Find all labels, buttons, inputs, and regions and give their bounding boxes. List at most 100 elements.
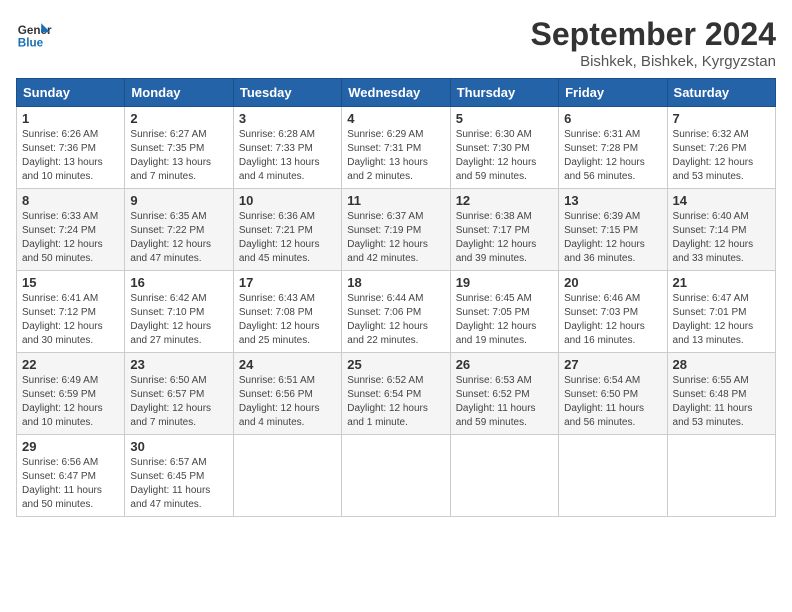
calendar-cell: 16 Sunrise: 6:42 AMSunset: 7:10 PMDaylig…: [125, 271, 233, 353]
day-detail: Sunrise: 6:28 AMSunset: 7:33 PMDaylight:…: [239, 129, 320, 182]
calendar-cell: 30 Sunrise: 6:57 AMSunset: 6:45 PMDaylig…: [125, 435, 233, 517]
day-detail: Sunrise: 6:40 AMSunset: 7:14 PMDaylight:…: [673, 211, 754, 264]
calendar-cell: 24 Sunrise: 6:51 AMSunset: 6:56 PMDaylig…: [233, 353, 341, 435]
calendar-cell: 4 Sunrise: 6:29 AMSunset: 7:31 PMDayligh…: [342, 107, 450, 189]
day-number: 21: [673, 275, 770, 290]
calendar-cell: 20 Sunrise: 6:46 AMSunset: 7:03 PMDaylig…: [559, 271, 667, 353]
calendar-cell: 1 Sunrise: 6:26 AMSunset: 7:36 PMDayligh…: [17, 107, 125, 189]
calendar-cell: [450, 435, 558, 517]
day-number: 19: [456, 275, 553, 290]
day-detail: Sunrise: 6:52 AMSunset: 6:54 PMDaylight:…: [347, 375, 428, 428]
day-number: 15: [22, 275, 119, 290]
calendar-cell: 21 Sunrise: 6:47 AMSunset: 7:01 PMDaylig…: [667, 271, 775, 353]
day-detail: Sunrise: 6:41 AMSunset: 7:12 PMDaylight:…: [22, 293, 103, 346]
weekday-header-wednesday: Wednesday: [342, 79, 450, 107]
calendar-cell: [667, 435, 775, 517]
month-title: September 2024: [531, 16, 776, 53]
day-detail: Sunrise: 6:37 AMSunset: 7:19 PMDaylight:…: [347, 211, 428, 264]
calendar-cell: 9 Sunrise: 6:35 AMSunset: 7:22 PMDayligh…: [125, 189, 233, 271]
day-number: 5: [456, 111, 553, 126]
day-number: 20: [564, 275, 661, 290]
day-number: 27: [564, 357, 661, 372]
calendar-cell: 14 Sunrise: 6:40 AMSunset: 7:14 PMDaylig…: [667, 189, 775, 271]
day-number: 25: [347, 357, 444, 372]
day-detail: Sunrise: 6:49 AMSunset: 6:59 PMDaylight:…: [22, 375, 103, 428]
calendar-cell: 8 Sunrise: 6:33 AMSunset: 7:24 PMDayligh…: [17, 189, 125, 271]
day-detail: Sunrise: 6:44 AMSunset: 7:06 PMDaylight:…: [347, 293, 428, 346]
day-detail: Sunrise: 6:35 AMSunset: 7:22 PMDaylight:…: [130, 211, 211, 264]
calendar-table: SundayMondayTuesdayWednesdayThursdayFrid…: [16, 78, 776, 517]
day-detail: Sunrise: 6:33 AMSunset: 7:24 PMDaylight:…: [22, 211, 103, 264]
day-number: 3: [239, 111, 336, 126]
day-number: 11: [347, 193, 444, 208]
day-detail: Sunrise: 6:51 AMSunset: 6:56 PMDaylight:…: [239, 375, 320, 428]
calendar-cell: 25 Sunrise: 6:52 AMSunset: 6:54 PMDaylig…: [342, 353, 450, 435]
calendar-cell: 12 Sunrise: 6:38 AMSunset: 7:17 PMDaylig…: [450, 189, 558, 271]
day-number: 30: [130, 439, 227, 454]
day-number: 23: [130, 357, 227, 372]
day-number: 1: [22, 111, 119, 126]
day-number: 7: [673, 111, 770, 126]
calendar-cell: 23 Sunrise: 6:50 AMSunset: 6:57 PMDaylig…: [125, 353, 233, 435]
weekday-header-saturday: Saturday: [667, 79, 775, 107]
day-number: 22: [22, 357, 119, 372]
day-detail: Sunrise: 6:57 AMSunset: 6:45 PMDaylight:…: [130, 457, 210, 510]
calendar-cell: 27 Sunrise: 6:54 AMSunset: 6:50 PMDaylig…: [559, 353, 667, 435]
svg-text:Blue: Blue: [18, 37, 44, 50]
day-detail: Sunrise: 6:55 AMSunset: 6:48 PMDaylight:…: [673, 375, 753, 428]
calendar-cell: 28 Sunrise: 6:55 AMSunset: 6:48 PMDaylig…: [667, 353, 775, 435]
weekday-header-friday: Friday: [559, 79, 667, 107]
calendar-cell: 2 Sunrise: 6:27 AMSunset: 7:35 PMDayligh…: [125, 107, 233, 189]
calendar-cell: 29 Sunrise: 6:56 AMSunset: 6:47 PMDaylig…: [17, 435, 125, 517]
page-header: General Blue September 2024 Bishkek, Bis…: [16, 16, 776, 70]
weekday-header-thursday: Thursday: [450, 79, 558, 107]
calendar-cell: 18 Sunrise: 6:44 AMSunset: 7:06 PMDaylig…: [342, 271, 450, 353]
calendar-cell: 26 Sunrise: 6:53 AMSunset: 6:52 PMDaylig…: [450, 353, 558, 435]
day-number: 29: [22, 439, 119, 454]
day-detail: Sunrise: 6:36 AMSunset: 7:21 PMDaylight:…: [239, 211, 320, 264]
calendar-cell: 3 Sunrise: 6:28 AMSunset: 7:33 PMDayligh…: [233, 107, 341, 189]
day-detail: Sunrise: 6:26 AMSunset: 7:36 PMDaylight:…: [22, 129, 103, 182]
day-number: 14: [673, 193, 770, 208]
day-number: 6: [564, 111, 661, 126]
day-detail: Sunrise: 6:53 AMSunset: 6:52 PMDaylight:…: [456, 375, 536, 428]
day-detail: Sunrise: 6:54 AMSunset: 6:50 PMDaylight:…: [564, 375, 644, 428]
calendar-cell: 10 Sunrise: 6:36 AMSunset: 7:21 PMDaylig…: [233, 189, 341, 271]
day-detail: Sunrise: 6:32 AMSunset: 7:26 PMDaylight:…: [673, 129, 754, 182]
day-number: 16: [130, 275, 227, 290]
weekday-header-sunday: Sunday: [17, 79, 125, 107]
logo-icon: General Blue: [16, 16, 52, 52]
calendar-cell: 15 Sunrise: 6:41 AMSunset: 7:12 PMDaylig…: [17, 271, 125, 353]
day-detail: Sunrise: 6:43 AMSunset: 7:08 PMDaylight:…: [239, 293, 320, 346]
day-number: 26: [456, 357, 553, 372]
day-detail: Sunrise: 6:27 AMSunset: 7:35 PMDaylight:…: [130, 129, 211, 182]
day-detail: Sunrise: 6:56 AMSunset: 6:47 PMDaylight:…: [22, 457, 102, 510]
day-detail: Sunrise: 6:30 AMSunset: 7:30 PMDaylight:…: [456, 129, 537, 182]
calendar-cell: [559, 435, 667, 517]
weekday-header-monday: Monday: [125, 79, 233, 107]
title-area: September 2024 Bishkek, Bishkek, Kyrgyzs…: [531, 16, 776, 70]
day-detail: Sunrise: 6:42 AMSunset: 7:10 PMDaylight:…: [130, 293, 211, 346]
day-detail: Sunrise: 6:38 AMSunset: 7:17 PMDaylight:…: [456, 211, 537, 264]
day-detail: Sunrise: 6:45 AMSunset: 7:05 PMDaylight:…: [456, 293, 537, 346]
day-number: 9: [130, 193, 227, 208]
day-number: 8: [22, 193, 119, 208]
day-number: 17: [239, 275, 336, 290]
calendar-cell: 22 Sunrise: 6:49 AMSunset: 6:59 PMDaylig…: [17, 353, 125, 435]
day-number: 12: [456, 193, 553, 208]
day-detail: Sunrise: 6:29 AMSunset: 7:31 PMDaylight:…: [347, 129, 428, 182]
calendar-cell: 6 Sunrise: 6:31 AMSunset: 7:28 PMDayligh…: [559, 107, 667, 189]
day-number: 2: [130, 111, 227, 126]
calendar-cell: 5 Sunrise: 6:30 AMSunset: 7:30 PMDayligh…: [450, 107, 558, 189]
day-number: 28: [673, 357, 770, 372]
calendar-cell: 17 Sunrise: 6:43 AMSunset: 7:08 PMDaylig…: [233, 271, 341, 353]
weekday-header-tuesday: Tuesday: [233, 79, 341, 107]
calendar-cell: 7 Sunrise: 6:32 AMSunset: 7:26 PMDayligh…: [667, 107, 775, 189]
day-number: 10: [239, 193, 336, 208]
day-number: 24: [239, 357, 336, 372]
day-detail: Sunrise: 6:31 AMSunset: 7:28 PMDaylight:…: [564, 129, 645, 182]
day-detail: Sunrise: 6:46 AMSunset: 7:03 PMDaylight:…: [564, 293, 645, 346]
day-detail: Sunrise: 6:39 AMSunset: 7:15 PMDaylight:…: [564, 211, 645, 264]
calendar-cell: [233, 435, 341, 517]
day-detail: Sunrise: 6:50 AMSunset: 6:57 PMDaylight:…: [130, 375, 211, 428]
